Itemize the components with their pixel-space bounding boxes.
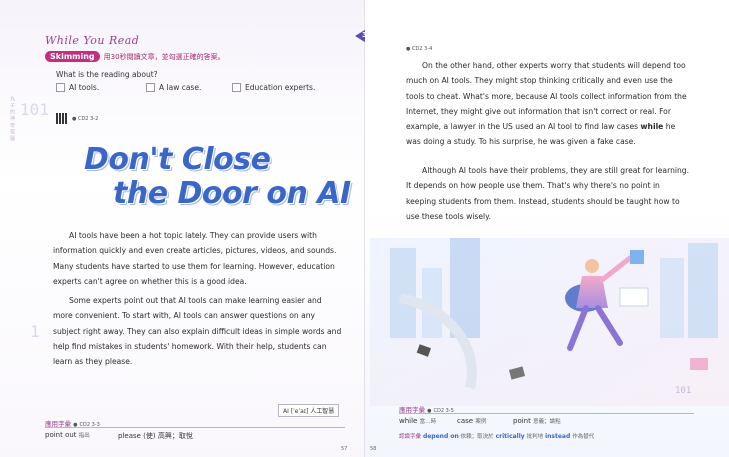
- svg-text:101: 101: [675, 386, 691, 396]
- checkbox[interactable]: [56, 83, 65, 92]
- option-law-case[interactable]: A law case.: [146, 83, 201, 92]
- audio-code: ● CD2 3-2: [72, 116, 99, 122]
- cd-icon: ●: [406, 46, 411, 52]
- checkbox[interactable]: [146, 83, 155, 92]
- question: What is the reading about?: [56, 70, 158, 79]
- extra-vocab-row: 認識字彙 depend on 依賴；取決於 critically 批判地 ins…: [399, 433, 595, 440]
- vocab-while: while 當…時: [399, 417, 437, 425]
- paragraph-3: On the other hand, other experts worry t…: [406, 61, 687, 147]
- page-number: 57: [341, 446, 348, 452]
- cd-icon: ●: [72, 116, 77, 122]
- section-title: While You Read: [45, 34, 140, 47]
- left-page: 101 1 丸 子 的 神 奇 電 腦 While You Read Skimm…: [0, 0, 364, 457]
- skimming-row: Skimming 用30秒閱讀文章，並勾選正確的答案。: [45, 51, 225, 62]
- skimming-badge: Skimming: [45, 51, 100, 62]
- ai-illustration: 101: [370, 238, 729, 406]
- decorative-binary: 101: [20, 100, 49, 119]
- chat-bubble: [630, 250, 644, 264]
- checkbox[interactable]: [232, 83, 241, 92]
- title-line-1: Don't Close: [84, 142, 271, 177]
- vocab-point: point 意義；論點: [513, 417, 561, 425]
- decorative-binary: 1: [30, 322, 40, 341]
- gloss-box: AI [ˈeˈaɪ] 人工智慧: [278, 404, 340, 417]
- option-education-experts[interactable]: Education experts.: [232, 83, 315, 92]
- paragraph-1: AI tools have been a hot topic lately. T…: [53, 231, 337, 286]
- vocab-divider: [45, 427, 345, 428]
- right-page: 101 ● CD2 3-4 On the other hand, other e…: [365, 0, 729, 457]
- speech-bubble: [690, 358, 708, 370]
- vocab-divider: [399, 413, 694, 414]
- side-caption: 丸 子 的 神 奇 電 腦: [9, 96, 15, 141]
- qr-code-icon[interactable]: [56, 113, 67, 124]
- vocab-please: please (使) 高興；取悅: [118, 432, 193, 440]
- screen-panel: [619, 287, 649, 307]
- paragraph-2: Some experts point out that AI tools can…: [53, 296, 342, 367]
- textbook-spread: 101 1 丸 子 的 神 奇 電 腦 While You Read Skimm…: [0, 0, 729, 457]
- option-ai-tools[interactable]: AI tools.: [56, 83, 99, 92]
- title-line-2: the Door on AI: [113, 176, 351, 211]
- vocab-case: case 案例: [457, 417, 487, 425]
- audio-code: ● CD2 3-4: [406, 46, 433, 52]
- vocab-point-out: point out 指出: [45, 431, 90, 439]
- skimming-instruction: 用30秒閱讀文章，並勾選正確的答案。: [103, 52, 225, 61]
- paragraph-4: Although AI tools have their problems, t…: [406, 166, 690, 221]
- page-number: 58: [370, 446, 377, 452]
